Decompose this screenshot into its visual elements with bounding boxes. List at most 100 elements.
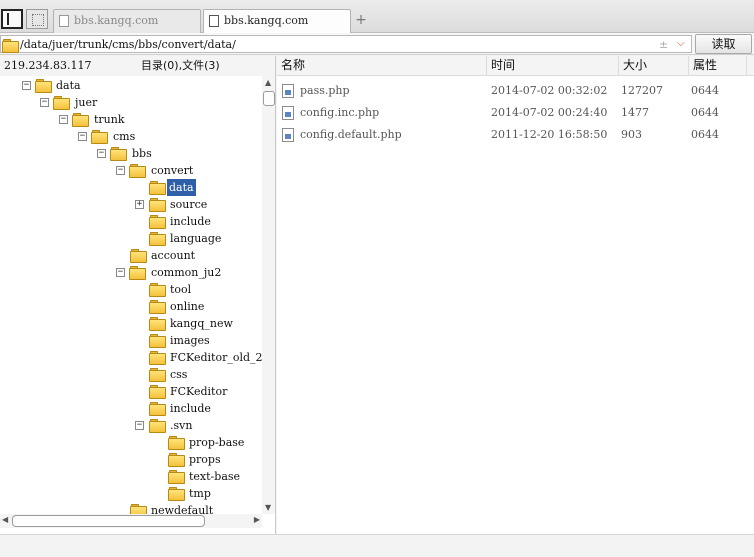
folder-icon [149, 367, 166, 382]
tree-vertical-scrollbar[interactable]: ▲ ▼ [262, 76, 275, 514]
directory-tree: − data − juer − trunk − cms − bbs − conv… [0, 76, 262, 514]
column-name-header[interactable]: 名称 [277, 56, 487, 76]
expand-icon[interactable]: + [135, 200, 144, 209]
file-attr: 0644 [691, 128, 719, 141]
column-time-header[interactable]: 时间 [487, 56, 619, 76]
scroll-left-icon[interactable]: ◀ [2, 515, 8, 524]
tab-bar: bbs.kangq.com bbs.kangq.com + [0, 0, 754, 34]
php-file-icon [282, 128, 294, 142]
tree-node-label: tool [170, 283, 192, 296]
path-input[interactable]: /data/juer/trunk/cms/bbs/convert/data/ ±… [0, 35, 692, 53]
folder-icon [149, 333, 166, 348]
tree-node-label: .svn [170, 419, 193, 432]
column-attr-header[interactable]: 属性 [689, 56, 747, 76]
tree-node-label: props [189, 453, 221, 466]
file-time: 2014-07-02 00:24:40 [491, 106, 608, 119]
tree-node-label: tmp [189, 487, 211, 500]
file-size: 903 [621, 128, 642, 141]
folder-icon [130, 503, 147, 514]
folder-icon [72, 112, 89, 127]
folder-icon [149, 231, 166, 246]
file-attr: 0644 [691, 106, 719, 119]
directory-panel-header: 219.234.83.117 目录(0),文件(3) [0, 56, 275, 76]
folder-icon [149, 401, 166, 416]
folder-icon [53, 95, 70, 110]
php-file-icon [282, 106, 294, 120]
tab-2-active[interactable]: bbs.kangq.com [203, 9, 351, 34]
tab-1[interactable]: bbs.kangq.com [53, 9, 201, 33]
item-counts: 目录(0),文件(3) [141, 59, 220, 72]
collapse-icon[interactable]: − [116, 166, 125, 175]
folder-icon [149, 197, 166, 212]
folder-icon [149, 282, 166, 297]
folder-icon [168, 435, 185, 450]
folder-icon [129, 265, 146, 280]
folder-icon [149, 299, 166, 314]
tree-node-label: css [170, 368, 188, 381]
tree-node-label: online [170, 300, 205, 313]
folder-icon [168, 452, 185, 467]
collapse-icon[interactable]: − [40, 98, 49, 107]
file-size: 127207 [621, 84, 663, 97]
page-icon [59, 15, 69, 27]
file-row[interactable]: config.inc.php 2014-07-02 00:24:40 1477 … [277, 102, 754, 124]
file-row[interactable]: pass.php 2014-07-02 00:32:02 127207 0644 [277, 80, 754, 102]
folder-icon [168, 486, 185, 501]
tree-node-label: newdefault [151, 504, 214, 514]
file-list-panel: 名称 时间 大小 属性 pass.php 2014-07-02 00:32:02… [277, 56, 754, 534]
tree-node-label: include [170, 402, 211, 415]
scroll-down-icon[interactable]: ▼ [265, 503, 271, 512]
new-tab-button[interactable]: + [354, 11, 368, 29]
tree-node-label: bbs [132, 147, 152, 160]
tab-list-icon[interactable] [26, 9, 48, 29]
tree-node-label: cms [113, 130, 136, 143]
plus-minus-icon[interactable]: ± [659, 37, 668, 52]
folder-icon [149, 418, 166, 433]
php-file-icon [282, 84, 294, 98]
tree-node-label: FCKeditor_old_20 [170, 351, 262, 364]
directory-panel: 219.234.83.117 目录(0),文件(3) − data − juer… [0, 56, 276, 534]
file-row[interactable]: config.default.php 2011-12-20 16:58:50 9… [277, 124, 754, 146]
collapse-icon[interactable]: − [59, 115, 68, 124]
folder-icon [130, 248, 147, 263]
tree-node-label: data [56, 79, 81, 92]
collapse-icon[interactable]: − [135, 421, 144, 430]
collapse-icon[interactable]: − [22, 81, 31, 90]
scrollbar-thumb[interactable] [12, 515, 205, 527]
scroll-up-icon[interactable]: ▲ [265, 78, 271, 87]
file-list-header: 名称 时间 大小 属性 [277, 56, 754, 76]
folder-icon [149, 180, 166, 195]
file-name: pass.php [300, 84, 350, 97]
tree-node-label: text-base [189, 470, 241, 483]
file-size: 1477 [621, 106, 649, 119]
tree-node-label: FCKeditor [170, 385, 228, 398]
collapse-icon[interactable]: − [116, 268, 125, 277]
tree-node-label: prop-base [189, 436, 245, 449]
scroll-right-icon[interactable]: ▶ [254, 515, 260, 524]
tree-horizontal-scrollbar[interactable]: ◀ ▶ [0, 514, 262, 528]
folder-icon [91, 129, 108, 144]
folder-icon [35, 78, 52, 93]
folder-icon [168, 469, 185, 484]
read-button[interactable]: 读取 [695, 34, 752, 54]
tab-1-label: bbs.kangq.com [74, 14, 159, 27]
folder-icon [149, 214, 166, 229]
tree-node-label: juer [75, 96, 98, 109]
tree-node-label: images [170, 334, 210, 347]
tree-node-label: trunk [94, 113, 125, 126]
panel-toggle-icon[interactable] [1, 9, 23, 29]
folder-icon [129, 163, 146, 178]
chevron-down-icon[interactable]: ⌵ [677, 36, 685, 52]
tree-node-label: data [167, 179, 196, 196]
file-name: config.default.php [300, 128, 402, 141]
status-bar [0, 534, 754, 557]
column-size-header[interactable]: 大小 [619, 56, 689, 76]
file-attr: 0644 [691, 84, 719, 97]
collapse-icon[interactable]: − [78, 132, 87, 141]
address-bar: /data/juer/trunk/cms/bbs/convert/data/ ±… [0, 33, 754, 55]
scrollbar-thumb[interactable] [263, 91, 275, 106]
tree-node-label: convert [151, 164, 194, 177]
tree-node-label: language [170, 232, 222, 245]
collapse-icon[interactable]: − [97, 149, 106, 158]
folder-icon [149, 350, 166, 365]
